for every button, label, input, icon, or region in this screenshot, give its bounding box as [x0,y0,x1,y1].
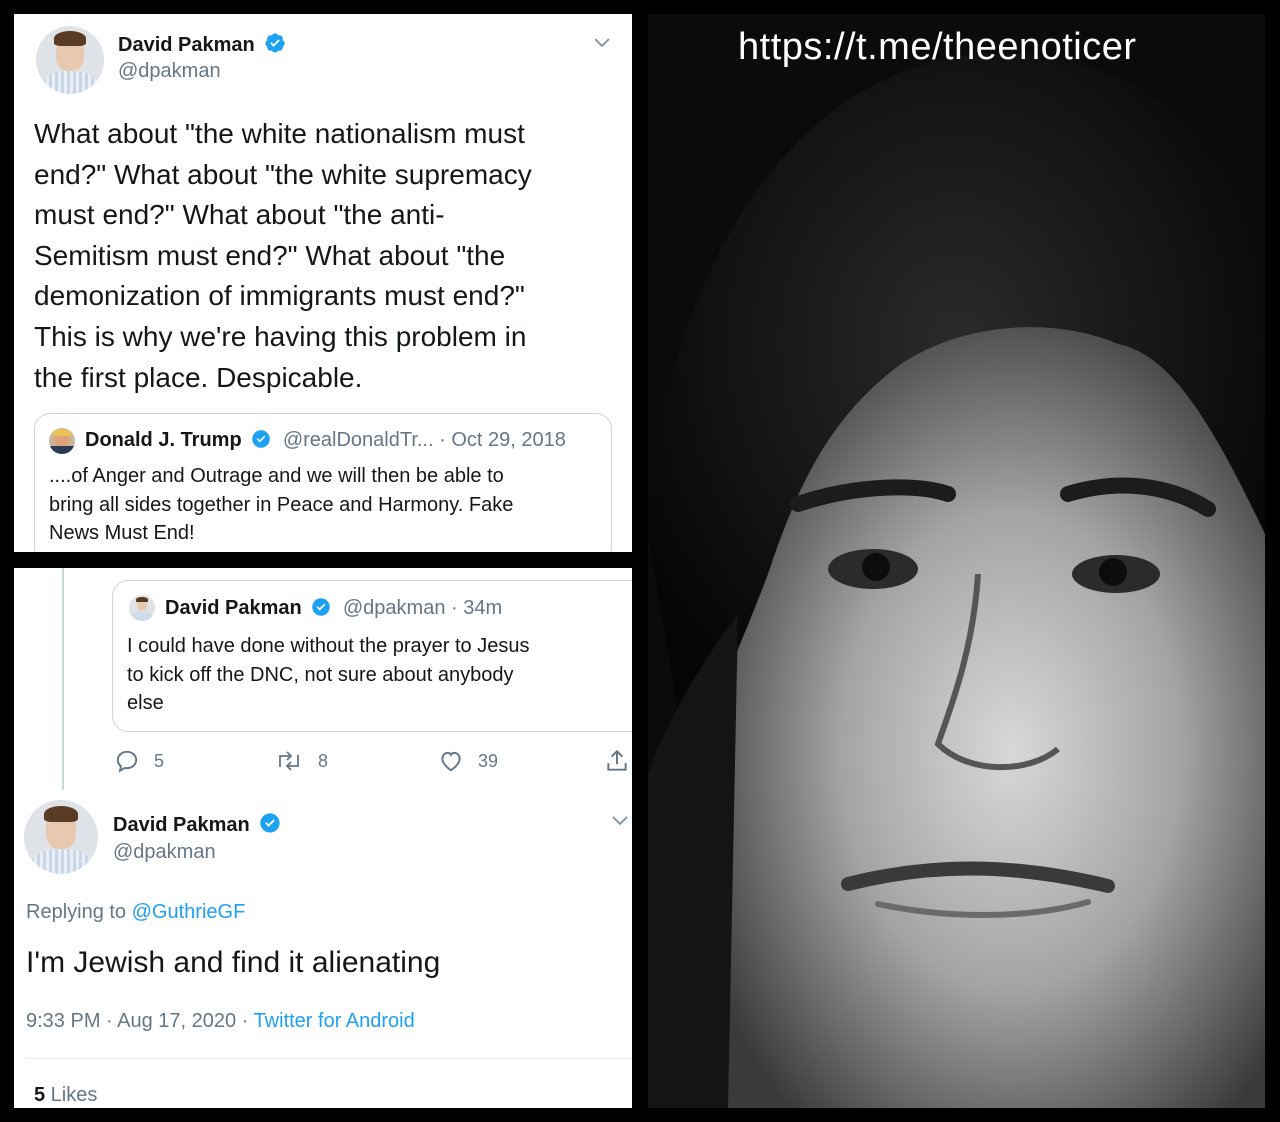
quoted-header: Donald J. Trump @realDonaldTr... · Oct 2… [85,429,566,452]
heart-icon [441,751,461,772]
quoted-text: I could have done without the prayer to … [127,632,627,718]
like-button[interactable]: 39 [438,748,498,774]
timestamp-text[interactable]: 9:33 PM · Aug 17, 2020 · [26,1010,254,1032]
likes-summary[interactable]: 5 Likes [34,1084,97,1107]
quoted-tweet[interactable]: David Pakman @dpakman · 34m I could have… [112,580,632,732]
quoted-text: ....of Anger and Outrage and we will the… [49,462,605,548]
tweet-timestamp: 9:33 PM · Aug 17, 2020 · Twitter for And… [26,1010,415,1033]
reply-text: I'm Jewish and find it alienating [26,946,441,979]
retweet-count: 8 [318,750,329,771]
tweet-text-line: demonization of immigrants must end?" [34,280,525,312]
quoted-author-name: David Pakman [165,597,302,619]
reply-button[interactable]: 5 [114,748,164,774]
tweet-text-line: This is why we're having this problem in [34,320,527,352]
quoted-handle-date: @realDonaldTr... · Oct 29, 2018 [282,429,566,451]
quoted-text-line: bring all sides together in Peace and Ha… [49,493,514,516]
quoted-text-line: else [127,692,164,714]
tweet-card-bottom: David Pakman @dpakman · 34m I could have… [14,568,632,1108]
quoted-tweet[interactable]: Donald J. Trump @realDonaldTr... · Oct 2… [34,413,612,552]
like-count: 39 [478,750,499,771]
tweet-text: What about "the white nationalism must e… [34,114,624,398]
tweet-text-line: end?" What about "the white supremacy [34,158,532,190]
chevron-down-icon[interactable] [592,32,612,52]
author-handle[interactable]: @dpakman [113,841,216,864]
author-avatar[interactable] [36,26,104,94]
reply-icon [116,750,138,773]
watermark-url: https://t.me/theenoticer [738,26,1137,68]
portrait-illustration [648,14,1265,1108]
author-name-row[interactable]: David Pakman [118,32,286,57]
tweet-card-top: David Pakman @dpakman What about "the wh… [14,14,632,552]
replying-to-line: Replying to @GuthrieGF [26,901,245,924]
replying-to-link[interactable]: @GuthrieGF [132,901,246,923]
tweet-text-line: What about "the white nationalism must [34,118,525,149]
quoted-author-avatar [49,428,75,454]
share-icon[interactable] [604,748,630,774]
verified-badge-icon [252,430,270,448]
tweet-text-line: Semitism must end?" What about "the [34,239,506,271]
author-name-row[interactable]: David Pakman [113,812,281,837]
tweet-source-link[interactable]: Twitter for Android [254,1010,415,1032]
replying-to-prefix: Replying to [26,901,132,923]
quoted-header: David Pakman @dpakman · 34m [165,597,502,620]
quoted-text-line: ....of Anger and Outrage and we will the… [49,465,504,487]
verified-badge-icon [265,33,285,53]
retweet-icon [279,751,299,771]
reply-count: 5 [154,750,165,771]
verified-badge-icon [312,598,331,616]
author-avatar[interactable] [24,800,98,874]
chevron-down-icon[interactable] [610,810,630,830]
quoted-text-line: to kick off the DNC, not sure about anyb… [127,663,514,686]
author-name[interactable]: David Pakman [113,814,250,836]
author-name[interactable]: David Pakman [118,34,255,56]
quoted-text-line: I could have done without the prayer to … [127,635,530,657]
retweet-button[interactable]: 8 [274,748,328,774]
divider [26,1058,632,1059]
quoted-handle-time: @dpakman · 34m [342,597,503,619]
tweet-text-line: must end?" What about "the anti- [34,199,445,231]
likes-label: Likes [45,1084,98,1106]
quoted-text-line: News Must End! [49,522,195,544]
author-handle[interactable]: @dpakman [118,60,221,83]
verified-badge-icon [260,813,280,833]
likes-count: 5 [34,1084,46,1106]
quoted-author-name: Donald J. Trump [85,429,242,451]
portrait-photo: https://t.me/theenoticer [648,14,1265,1108]
tweet-text-line: the first place. Despicable. [34,361,363,393]
quoted-author-avatar [129,595,155,621]
thread-line [62,568,64,790]
